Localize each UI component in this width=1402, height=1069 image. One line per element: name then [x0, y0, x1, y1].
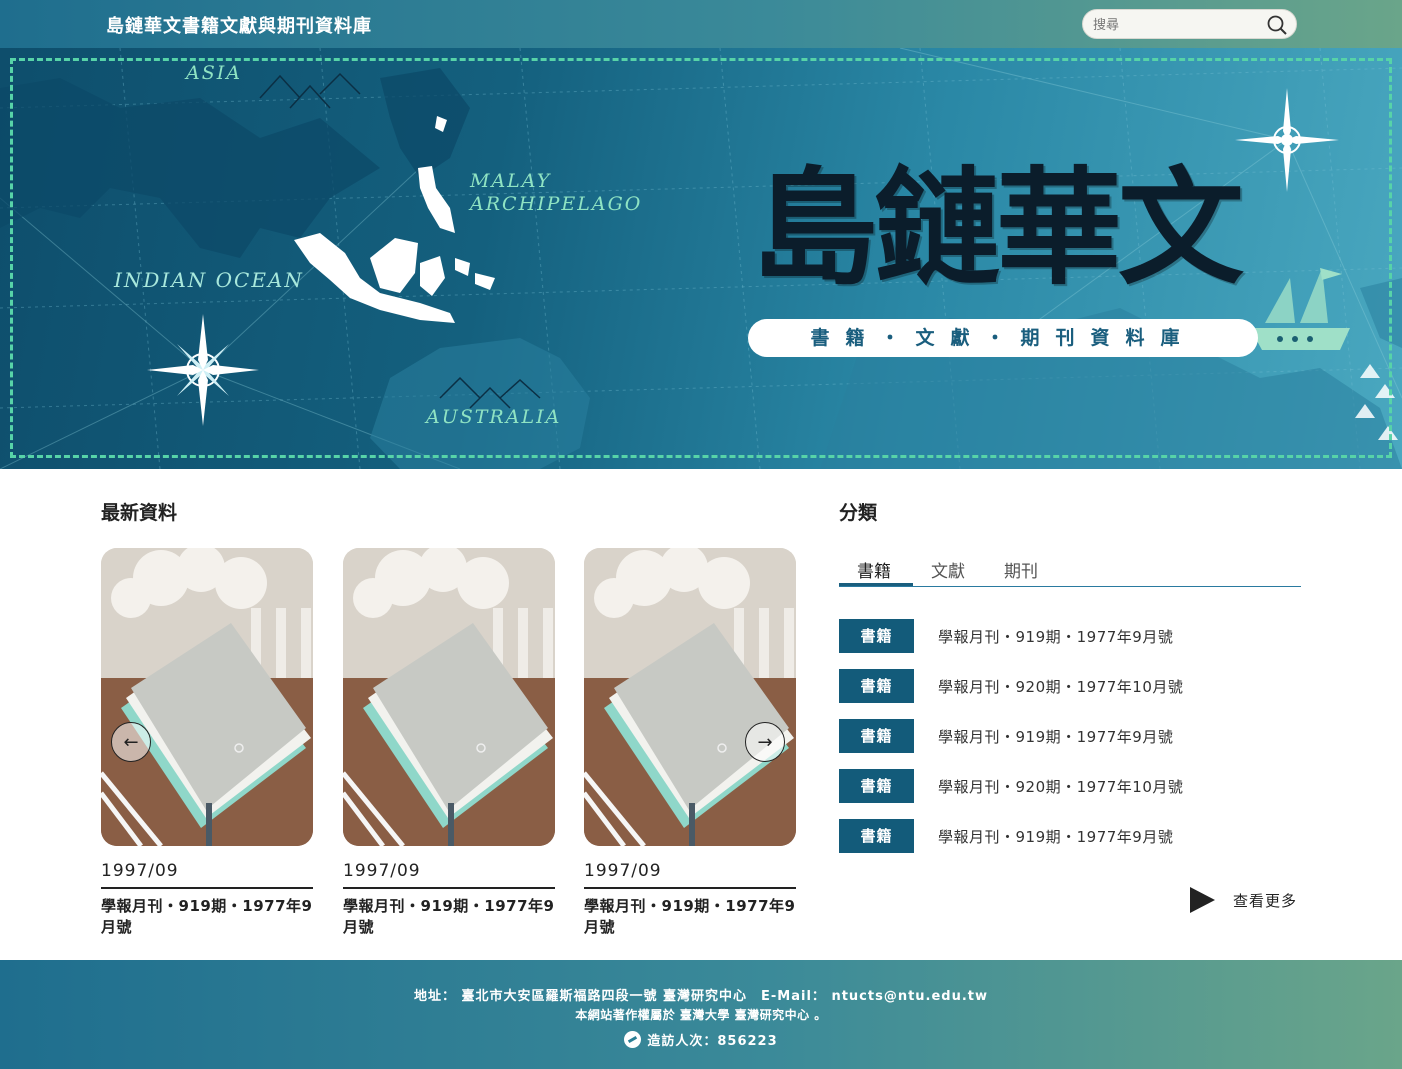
- category-list-item[interactable]: 書籍 學報月刊・919期・1977年9月號: [839, 819, 1301, 853]
- visitor-count-text: 造訪人次：856223: [647, 1034, 778, 1049]
- map-label-malay-line2: ARCHIPELAGO: [470, 193, 643, 215]
- category-badge: 書籍: [839, 819, 914, 853]
- category-badge: 書籍: [839, 769, 914, 803]
- category-list-item[interactable]: 書籍 學報月刊・919期・1977年9月號: [839, 619, 1301, 653]
- tab-books[interactable]: 書籍: [857, 557, 891, 582]
- arrow-right-icon: →: [757, 731, 773, 753]
- book-photo-illustration: [343, 548, 555, 846]
- book-photo-illustration: [101, 548, 313, 846]
- view-more-link[interactable]: 查看更多: [1190, 886, 1302, 916]
- map-label-asia: ASIA: [186, 62, 242, 84]
- banner-logo-calligraphy: 島鏈華文: [752, 154, 1244, 302]
- book-cover-image[interactable]: [584, 548, 796, 846]
- visitor-counter-icon: [624, 1031, 642, 1048]
- category-section-title: 分類: [839, 502, 878, 524]
- compass-rose-icon: [147, 314, 259, 426]
- tab-journals[interactable]: 期刊: [1004, 557, 1038, 582]
- map-label-indian-ocean: INDIAN OCEAN: [114, 268, 304, 292]
- play-arrow-icon: [1190, 887, 1215, 913]
- compass-rose-icon: [1235, 88, 1339, 192]
- category-tabs: 書籍 文獻 期刊: [839, 556, 1301, 587]
- card-title[interactable]: 學報月刊・919期・1977年9月號: [584, 896, 796, 938]
- category-list-item[interactable]: 書籍 學報月刊・919期・1977年9月號: [839, 719, 1301, 753]
- banner-subtitle: 書籍・文獻・期刊資料庫: [748, 319, 1258, 357]
- card-date: 1997/09: [584, 861, 796, 889]
- card-date: 1997/09: [343, 861, 555, 889]
- carousel-prev-button[interactable]: ←: [111, 722, 151, 762]
- footer-copyright: 本網站著作權屬於 臺灣大學 臺灣研究中心 。: [575, 1008, 827, 1022]
- search-box[interactable]: [1082, 9, 1297, 39]
- card-title[interactable]: 學報月刊・919期・1977年9月號: [343, 896, 555, 938]
- category-list-item[interactable]: 書籍 學報月刊・920期・1977年10月號: [839, 769, 1301, 803]
- book-cover-image[interactable]: [343, 548, 555, 846]
- category-list-item[interactable]: 書籍 學報月刊・920期・1977年10月號: [839, 669, 1301, 703]
- book-photo-illustration: [584, 548, 796, 846]
- search-input[interactable]: [1093, 14, 1263, 36]
- footer-visitor-count: 造訪人次：856223: [0, 1030, 1402, 1049]
- category-item-link[interactable]: 學報月刊・919期・1977年9月號: [938, 626, 1173, 647]
- category-badge: 書籍: [839, 619, 914, 653]
- top-header: 島鏈華文書籍文獻與期刊資料庫: [0, 0, 1402, 48]
- category-item-link[interactable]: 學報月刊・919期・1977年9月號: [938, 826, 1173, 847]
- site-title[interactable]: 島鏈華文書籍文獻與期刊資料庫: [106, 12, 372, 38]
- category-item-link[interactable]: 學報月刊・920期・1977年10月號: [938, 676, 1183, 697]
- site-footer: 地址： 臺北市大安區羅斯福路四段一號 臺灣研究中心 E-Mail： ntucts…: [0, 960, 1402, 1069]
- latest-section-title: 最新資料: [101, 502, 178, 524]
- arrow-left-icon: ←: [123, 731, 139, 753]
- category-item-link[interactable]: 學報月刊・920期・1977年10月號: [938, 776, 1183, 797]
- card-date: 1997/09: [101, 861, 313, 889]
- carousel-next-button[interactable]: →: [745, 722, 785, 762]
- category-badge: 書籍: [839, 719, 914, 753]
- map-label-malay: MALAY ARCHIPELAGO: [470, 170, 642, 216]
- ship-icon: [1250, 268, 1350, 350]
- map-label-malay-line1: MALAY: [470, 170, 552, 192]
- card-title[interactable]: 學報月刊・919期・1977年9月號: [101, 896, 313, 938]
- category-badge: 書籍: [839, 669, 914, 703]
- tab-documents[interactable]: 文獻: [931, 557, 965, 582]
- map-label-australia: AUSTRALIA: [426, 406, 562, 428]
- footer-address: 地址： 臺北市大安區羅斯福路四段一號 臺灣研究中心 E-Mail： ntucts…: [413, 989, 989, 1004]
- hero-banner: ASIA MALAY ARCHIPELAGO INDIAN OCEAN AUST…: [0, 48, 1402, 469]
- active-tab-indicator: [839, 583, 913, 586]
- category-item-link[interactable]: 學報月刊・919期・1977年9月號: [938, 726, 1173, 747]
- search-icon[interactable]: [1266, 14, 1288, 36]
- view-more-label: 查看更多: [1233, 892, 1298, 910]
- book-cover-image[interactable]: [101, 548, 313, 846]
- latest-card[interactable]: 1997/09 學報月刊・919期・1977年9月號: [343, 548, 555, 938]
